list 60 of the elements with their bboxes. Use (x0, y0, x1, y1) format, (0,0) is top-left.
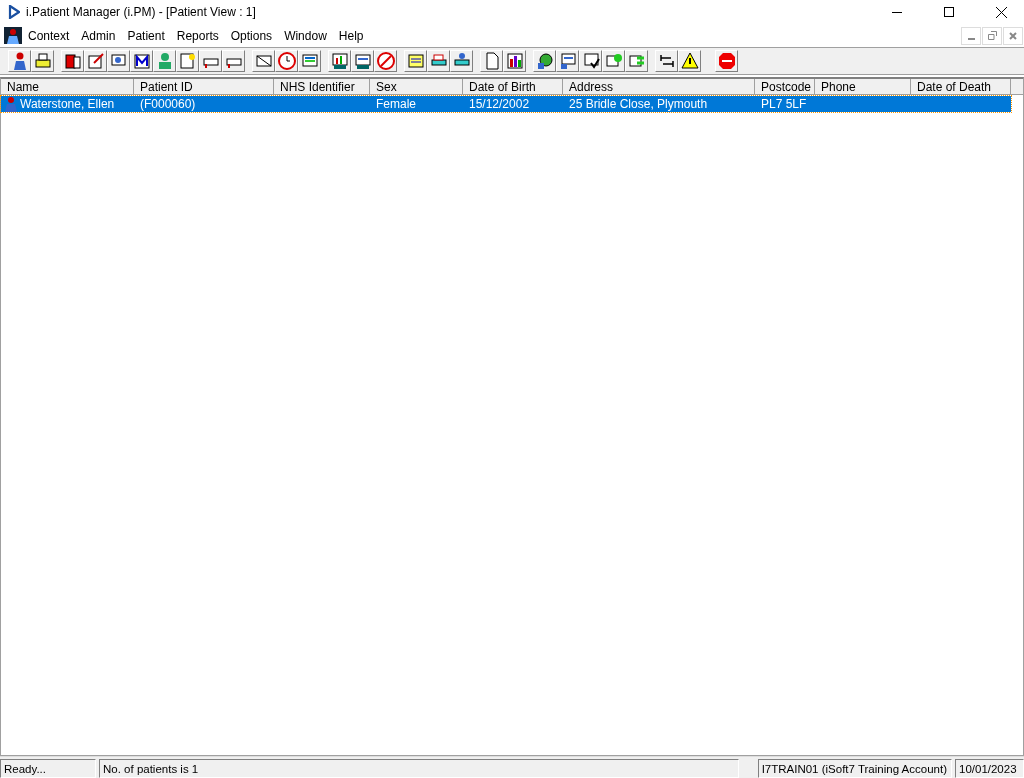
stop-sign-icon (716, 51, 737, 71)
menu-item[interactable]: Admin (75, 25, 122, 46)
table-cell: PL7 5LF (761, 97, 807, 111)
toolbar-button[interactable] (31, 50, 54, 72)
column-header (1011, 79, 1023, 95)
toolbar-button[interactable] (351, 50, 374, 72)
book-icon (62, 51, 83, 71)
table-row[interactable]: Waterstone, Ellen (F000060) Female 15/12/2002 25 Bridle Close, Plymouth PL7 5LF (1, 96, 1011, 112)
column-header[interactable]: Patient ID (134, 79, 274, 95)
window-title: i.Patient Manager (i.PM) - [Patient View : 1] (26, 5, 256, 19)
bar-chart-icon (504, 51, 525, 71)
column-header[interactable]: Name (1, 79, 134, 95)
toolbar-button[interactable] (252, 50, 275, 72)
minimize-icon (892, 11, 902, 13)
table-cell: Waterstone, Ellen (20, 97, 115, 111)
status-text: Ready... (0, 759, 96, 778)
maximize-icon (944, 7, 954, 17)
menu-item[interactable]: Help (332, 25, 370, 46)
close-icon (995, 6, 1007, 18)
toolbar-button[interactable] (328, 50, 351, 72)
menu-item[interactable]: Patient (121, 25, 171, 46)
column-header[interactable]: Phone (815, 79, 911, 95)
menu-item[interactable]: Options (224, 25, 279, 46)
form-icon (352, 51, 373, 71)
toolbar-button[interactable] (503, 50, 526, 72)
printer-icon (32, 51, 53, 71)
menu-item[interactable]: Window (278, 25, 333, 46)
minimize-icon (967, 37, 975, 40)
restore-button[interactable] (982, 26, 1002, 45)
table-cell: Female (376, 97, 416, 111)
chart-icon (329, 51, 350, 71)
column-header[interactable]: Postcode (755, 79, 815, 95)
status-text: I7TRAIN01 (iSoft7 Training Account) (757, 759, 952, 778)
column-header[interactable]: Date of Death (911, 79, 1011, 95)
table-cell: 15/12/2002 (469, 97, 530, 111)
status-text: 10/01/2023 (955, 759, 1024, 778)
column-header[interactable]: Sex (370, 79, 463, 95)
app-logo-icon (8, 5, 20, 19)
restore-icon (987, 31, 997, 40)
close-button[interactable] (1003, 26, 1023, 45)
table-cell: 25 Bridle Close, Plymouth (569, 97, 708, 111)
close-icon (1009, 31, 1017, 40)
warning-icon (679, 51, 700, 71)
table-cell: (F000060) (140, 97, 196, 111)
toolbar-button[interactable] (678, 50, 701, 72)
toolbar-button[interactable] (61, 50, 84, 72)
clock-icon (276, 51, 297, 71)
toolbar-button[interactable] (579, 50, 602, 72)
menu-item[interactable]: Reports (170, 25, 225, 46)
status-text: No. of patients is 1 (99, 759, 739, 778)
column-header[interactable]: Address (563, 79, 755, 95)
column-header[interactable]: NHS Identifier (274, 79, 370, 95)
no-entry-icon (375, 51, 396, 71)
minimize-button[interactable] (961, 26, 981, 45)
edit-document-icon (85, 51, 106, 71)
person-icon (3, 96, 20, 112)
menu-item[interactable]: Context (22, 25, 76, 46)
note-icon (405, 51, 426, 71)
column-header[interactable]: Date of Birth (463, 79, 563, 95)
toolbar-button[interactable] (655, 50, 678, 72)
